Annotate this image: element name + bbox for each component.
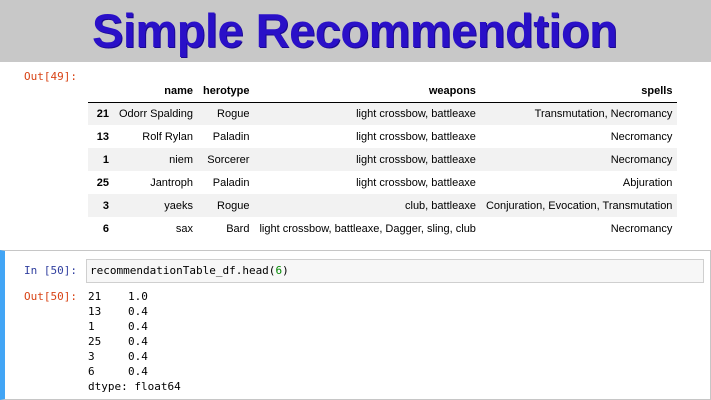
code-input[interactable]: recommendationTable_df.head(6) xyxy=(86,259,704,283)
row-weapons: club, battleaxe xyxy=(405,199,476,212)
series-row: 3 0.4 xyxy=(88,349,181,364)
row-herotype: Bard xyxy=(226,222,250,235)
row-spells: Transmutation, Necromancy xyxy=(534,107,673,120)
row-index: 21 xyxy=(96,107,109,120)
index-header xyxy=(88,80,114,103)
row-spells: Conjuration, Evocation, Transmutation xyxy=(485,199,673,212)
series-value: 0.4 xyxy=(128,320,148,333)
row-name: Rolf Rylan xyxy=(142,130,193,143)
herotype-header: herotype xyxy=(198,80,255,103)
row-name: Jantroph xyxy=(150,176,193,189)
series-value: 0.4 xyxy=(128,335,148,348)
series-row: 13 0.4 xyxy=(88,304,181,319)
row-name: sax xyxy=(175,222,193,235)
table-row: 6 sax Bard light crossbow, battleaxe, Da… xyxy=(88,217,677,240)
title-banner: Simple Recommendtion xyxy=(0,0,711,62)
table-row: 25 Jantroph Paladin light crossbow, batt… xyxy=(88,171,677,194)
table-row: 21 Odorr Spalding Rogue light crossbow, … xyxy=(88,102,678,125)
row-herotype: Paladin xyxy=(212,176,250,189)
row-index: 1 xyxy=(102,153,109,166)
row-weapons: light crossbow, battleaxe xyxy=(356,176,476,189)
series-row: 21 1.0 xyxy=(88,289,181,304)
weapons-header: weapons xyxy=(254,80,481,103)
series-index: 13 xyxy=(88,305,102,318)
row-spells: Necromancy xyxy=(610,130,673,143)
row-weapons: light crossbow, battleaxe xyxy=(356,130,476,143)
row-index: 13 xyxy=(96,130,109,143)
series-index: 6 xyxy=(88,365,95,378)
row-spells: Abjuration xyxy=(622,176,673,189)
table-header-row: name herotype weapons spells xyxy=(88,80,678,103)
dataframe-table: name herotype weapons spells 21 Odorr Sp… xyxy=(88,80,678,240)
in-prompt-50: In [50]: xyxy=(24,264,77,277)
spells-header: spells xyxy=(480,80,678,103)
banner-title: Simple Recommendtion xyxy=(92,4,618,57)
row-name: yaeks xyxy=(164,199,193,212)
row-weapons: light crossbow, battleaxe, Dagger, sling… xyxy=(259,222,476,235)
series-row: 6 0.4 xyxy=(88,364,181,379)
row-herotype: Rogue xyxy=(217,107,250,120)
row-index: 6 xyxy=(102,222,109,235)
series-value: 0.4 xyxy=(128,350,148,363)
series-row: 25 0.4 xyxy=(88,334,181,349)
row-herotype: Rogue xyxy=(217,199,250,212)
series-index: 3 xyxy=(88,350,95,363)
series-value: 0.4 xyxy=(128,305,148,318)
out-prompt-49: Out[49]: xyxy=(24,70,77,83)
row-weapons: light crossbow, battleaxe xyxy=(356,153,476,166)
series-value: 0.4 xyxy=(128,365,148,378)
series-output: 21 1.0 13 0.4 1 0.4 25 0.4 3 0.4 6 0.4 dtype: float6… xyxy=(88,289,181,394)
row-index: 25 xyxy=(96,176,109,189)
out-prompt-50: Out[50]: xyxy=(24,290,77,303)
table-row: 3 yaeks Rogue club, battleaxe Conjuratio… xyxy=(88,194,678,217)
series-index: 25 xyxy=(88,335,102,348)
row-index: 3 xyxy=(102,199,109,212)
row-herotype: Paladin xyxy=(212,130,250,143)
row-name: niem xyxy=(169,153,193,166)
name-header: name xyxy=(114,80,198,103)
series-dtype: dtype: float64 xyxy=(88,380,181,393)
series-value: 1.0 xyxy=(128,290,148,303)
series-row: 1 0.4 xyxy=(88,319,181,334)
row-herotype: Sorcerer xyxy=(207,153,250,166)
table-row: 13 Rolf Rylan Paladin light crossbow, ba… xyxy=(88,125,677,148)
row-name: Odorr Spalding xyxy=(119,107,193,120)
row-weapons: light crossbow, battleaxe xyxy=(356,107,476,120)
code-text: recommendationTable_df.head( xyxy=(90,264,276,277)
row-spells: Necromancy xyxy=(610,153,673,166)
row-spells: Necromancy xyxy=(610,222,673,235)
code-text-end: ) xyxy=(282,264,289,277)
series-index: 1 xyxy=(88,320,95,333)
table-row: 1 niem Sorcerer light crossbow, battleax… xyxy=(88,148,678,171)
series-index: 21 xyxy=(88,290,102,303)
